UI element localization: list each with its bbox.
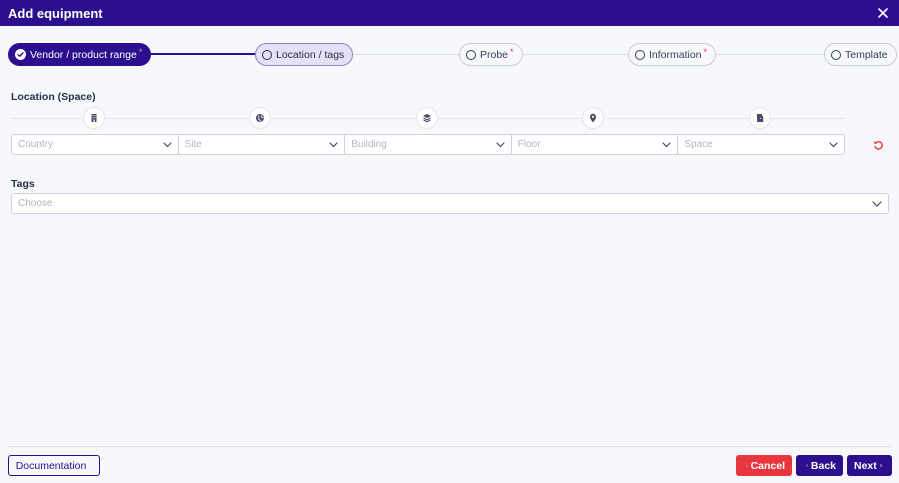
step-circle-icon xyxy=(262,49,272,60)
chevron-down-icon xyxy=(162,141,172,147)
dialog-title: Add equipment xyxy=(8,5,103,21)
site-placeholder: Site xyxy=(184,139,202,150)
space-placeholder: Space xyxy=(684,139,713,150)
back-label: Back xyxy=(810,459,836,472)
close-icon xyxy=(746,464,748,467)
documentation-button[interactable]: Documentation xyxy=(8,455,100,476)
step-label: Template xyxy=(845,48,888,61)
step-probe[interactable]: Probe * xyxy=(459,43,523,66)
next-button[interactable]: Next xyxy=(847,455,892,476)
map-pin-icon xyxy=(582,107,604,129)
footer-divider xyxy=(8,446,891,447)
globe-icon xyxy=(249,107,271,129)
step-circle-icon xyxy=(831,49,841,60)
floor-placeholder: Floor xyxy=(517,139,541,150)
step-vendor-product-range[interactable]: Vendor / product range * xyxy=(8,43,152,66)
stepper-line xyxy=(300,54,860,55)
country-select[interactable]: Country xyxy=(11,134,179,155)
step-template[interactable]: Template xyxy=(824,43,897,66)
location-section-label: Location (Space) xyxy=(11,91,96,103)
step-label: Probe xyxy=(480,48,509,61)
building-select[interactable]: Building xyxy=(345,134,512,155)
next-label: Next xyxy=(854,459,877,472)
required-marker: * xyxy=(510,46,514,57)
chevron-left-icon xyxy=(806,464,808,467)
step-circle-icon xyxy=(466,49,476,60)
check-icon xyxy=(15,49,26,60)
layers-icon xyxy=(416,107,438,129)
site-select[interactable]: Site xyxy=(178,134,346,155)
tags-placeholder: Choose xyxy=(18,198,53,209)
step-label: Information xyxy=(649,48,702,61)
step-circle-icon xyxy=(635,49,645,60)
chevron-down-icon xyxy=(662,141,671,147)
required-marker: * xyxy=(138,46,143,57)
location-selects: Country Site Building Floor Space xyxy=(11,134,845,155)
reset-icon[interactable] xyxy=(871,138,885,152)
close-icon[interactable] xyxy=(875,5,891,21)
documentation-label: Documentation xyxy=(15,459,87,472)
step-location-tags[interactable]: Location / tags xyxy=(255,43,354,66)
building-placeholder: Building xyxy=(351,139,387,150)
space-select[interactable]: Space xyxy=(678,134,845,155)
country-placeholder: Country xyxy=(18,139,54,150)
step-label: Location / tags xyxy=(276,48,345,61)
dialog-header: Add equipment xyxy=(0,0,899,26)
location-icons-row xyxy=(11,107,845,129)
back-button[interactable]: Back xyxy=(796,455,843,476)
chevron-down-icon xyxy=(329,141,338,147)
cancel-button[interactable]: Cancel xyxy=(736,455,792,476)
building-icon xyxy=(83,107,105,129)
chevron-down-icon xyxy=(496,141,505,147)
step-information[interactable]: Information * xyxy=(628,43,717,66)
required-marker: * xyxy=(703,46,708,57)
chevron-down-icon xyxy=(829,141,838,147)
tags-section-label: Tags xyxy=(11,178,35,190)
wizard-stepper: Vendor / product range * Location / tags… xyxy=(0,38,899,70)
floor-select[interactable]: Floor xyxy=(511,134,679,155)
cancel-label: Cancel xyxy=(750,459,785,472)
door-icon xyxy=(749,107,771,129)
chevron-right-icon xyxy=(880,463,882,468)
chevron-down-icon xyxy=(872,200,882,207)
step-label: Vendor / product range xyxy=(30,48,137,61)
tags-select[interactable]: Choose xyxy=(11,193,889,214)
